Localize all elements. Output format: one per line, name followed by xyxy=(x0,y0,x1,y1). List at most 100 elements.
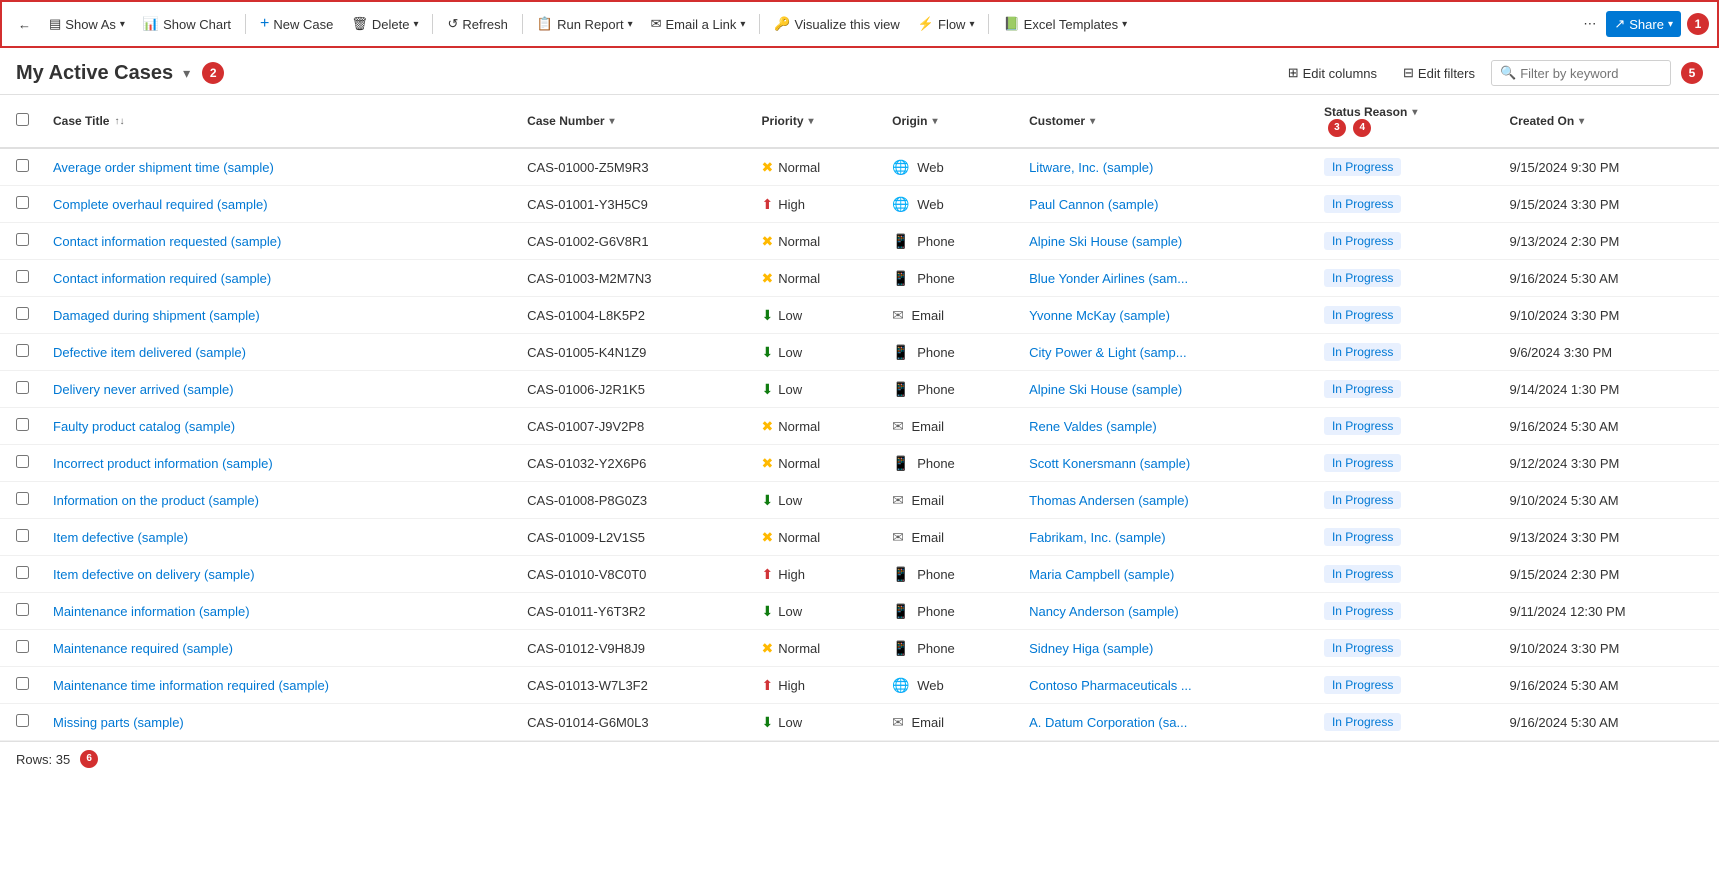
row-priority-cell: ✖ Normal xyxy=(750,260,881,297)
row-checkbox[interactable] xyxy=(16,677,29,690)
case-title-link[interactable]: Item defective (sample) xyxy=(53,530,188,545)
case-title-link[interactable]: Incorrect product information (sample) xyxy=(53,456,273,471)
row-checkbox[interactable] xyxy=(16,307,29,320)
table-row: Contact information requested (sample) C… xyxy=(0,223,1719,260)
keyword-filter[interactable]: 🔍 xyxy=(1491,60,1671,86)
customer-link[interactable]: Scott Konersmann (sample) xyxy=(1029,456,1190,471)
case-title-link[interactable]: Faulty product catalog (sample) xyxy=(53,419,235,434)
customer-link[interactable]: Yvonne McKay (sample) xyxy=(1029,308,1170,323)
email-link-button[interactable]: ✉ Email a Link ▾ xyxy=(643,11,754,37)
case-title-link[interactable]: Damaged during shipment (sample) xyxy=(53,308,260,323)
case-title-link[interactable]: Missing parts (sample) xyxy=(53,715,184,730)
customer-link[interactable]: Litware, Inc. (sample) xyxy=(1029,160,1153,175)
refresh-button[interactable]: ↺ Refresh xyxy=(439,11,515,37)
row-checkbox[interactable] xyxy=(16,529,29,542)
run-report-button[interactable]: 📋 Run Report ▾ xyxy=(529,11,641,37)
table-row: Incorrect product information (sample) C… xyxy=(0,445,1719,482)
customer-link[interactable]: Thomas Andersen (sample) xyxy=(1029,493,1189,508)
row-status-cell: In Progress xyxy=(1312,408,1498,445)
case-title-link[interactable]: Maintenance time information required (s… xyxy=(53,678,329,693)
show-as-button[interactable]: ▤ Show As ▾ xyxy=(41,11,133,37)
customer-link[interactable]: Sidney Higa (sample) xyxy=(1029,641,1153,656)
col-number-label: Case Number xyxy=(527,114,604,128)
keyword-input[interactable] xyxy=(1520,66,1662,81)
row-customer-cell: Rene Valdes (sample) xyxy=(1017,408,1312,445)
case-title-link[interactable]: Delivery never arrived (sample) xyxy=(53,382,234,397)
case-title-link[interactable]: Information on the product (sample) xyxy=(53,493,259,508)
row-checkbox[interactable] xyxy=(16,381,29,394)
row-checkbox-cell xyxy=(0,371,41,408)
origin-label: Web xyxy=(917,678,944,693)
edit-filters-button[interactable]: ⊟ Edit filters xyxy=(1393,60,1485,86)
case-title-link[interactable]: Item defective on delivery (sample) xyxy=(53,567,255,582)
customer-link[interactable]: A. Datum Corporation (sa... xyxy=(1029,715,1187,730)
customer-link[interactable]: Fabrikam, Inc. (sample) xyxy=(1029,530,1166,545)
row-origin-cell: 📱 Phone xyxy=(880,445,1017,482)
excel-button[interactable]: 📗 Excel Templates ▾ xyxy=(995,11,1135,37)
case-title-link[interactable]: Maintenance required (sample) xyxy=(53,641,233,656)
delete-button[interactable]: 🗑 Delete ▾ xyxy=(343,11,426,37)
customer-link[interactable]: Rene Valdes (sample) xyxy=(1029,419,1157,434)
visualize-button[interactable]: 🔑 Visualize this view xyxy=(766,11,907,37)
email-origin-icon: ✉ xyxy=(892,418,904,434)
customer-link[interactable]: Maria Campbell (sample) xyxy=(1029,567,1174,582)
customer-link[interactable]: City Power & Light (samp... xyxy=(1029,345,1187,360)
show-chart-button[interactable]: 📊 Show Chart xyxy=(135,11,239,37)
flow-button[interactable]: ⚡ Flow ▾ xyxy=(910,11,983,37)
case-title-link[interactable]: Average order shipment time (sample) xyxy=(53,160,274,175)
origin-label: Phone xyxy=(917,345,955,360)
table-body: Average order shipment time (sample) CAS… xyxy=(0,148,1719,741)
customer-link[interactable]: Alpine Ski House (sample) xyxy=(1029,234,1182,249)
new-case-button[interactable]: + New Case xyxy=(252,10,341,38)
row-status-cell: In Progress xyxy=(1312,556,1498,593)
row-checkbox[interactable] xyxy=(16,270,29,283)
col-created-label: Created On xyxy=(1509,114,1574,128)
customer-link[interactable]: Nancy Anderson (sample) xyxy=(1029,604,1179,619)
row-checkbox[interactable] xyxy=(16,159,29,172)
status-badge: In Progress xyxy=(1324,565,1401,583)
select-all-checkbox[interactable] xyxy=(16,113,29,126)
origin-cell: ✉ Email xyxy=(892,530,944,545)
case-title-link[interactable]: Defective item delivered (sample) xyxy=(53,345,246,360)
col-status-reason: Status Reason ▾ 3 4 xyxy=(1312,95,1498,148)
row-checkbox[interactable] xyxy=(16,418,29,431)
case-title-link[interactable]: Contact information required (sample) xyxy=(53,271,271,286)
col-priority-label: Priority xyxy=(762,114,804,128)
cases-table-container: Case Title ↑↓ Case Number ▾ Priority ▾ xyxy=(0,94,1719,741)
customer-link[interactable]: Blue Yonder Airlines (sam... xyxy=(1029,271,1188,286)
customer-link[interactable]: Contoso Pharmaceuticals ... xyxy=(1029,678,1192,693)
customer-link[interactable]: Paul Cannon (sample) xyxy=(1029,197,1158,212)
edit-columns-button[interactable]: ⊞ Edit columns xyxy=(1278,60,1387,86)
origin-label: Web xyxy=(917,197,944,212)
priority-low-icon: ⬇ xyxy=(762,603,774,620)
row-checkbox[interactable] xyxy=(16,640,29,653)
back-button[interactable]: ← xyxy=(10,12,39,37)
row-checkbox[interactable] xyxy=(16,455,29,468)
case-title-link[interactable]: Complete overhaul required (sample) xyxy=(53,197,268,212)
status-badge: In Progress xyxy=(1324,639,1401,657)
share-button[interactable]: ↗ Share ▾ xyxy=(1606,11,1681,37)
row-title-cell: Contact information required (sample) xyxy=(41,260,515,297)
row-created-cell: 9/16/2024 5:30 AM xyxy=(1497,260,1719,297)
view-title-caret[interactable]: ▾ xyxy=(183,65,190,82)
row-checkbox[interactable] xyxy=(16,233,29,246)
row-checkbox[interactable] xyxy=(16,714,29,727)
row-number-cell: CAS-01011-Y6T3R2 xyxy=(515,593,749,630)
row-checkbox[interactable] xyxy=(16,196,29,209)
more-button[interactable]: ⋯ xyxy=(1575,11,1604,37)
row-checkbox[interactable] xyxy=(16,492,29,505)
case-title-link[interactable]: Contact information requested (sample) xyxy=(53,234,281,249)
row-checkbox[interactable] xyxy=(16,603,29,616)
row-checkbox[interactable] xyxy=(16,344,29,357)
row-title-cell: Maintenance time information required (s… xyxy=(41,667,515,704)
row-number-cell: CAS-01001-Y3H5C9 xyxy=(515,186,749,223)
origin-label: Phone xyxy=(917,382,955,397)
case-title-link[interactable]: Maintenance information (sample) xyxy=(53,604,250,619)
status-badge: In Progress xyxy=(1324,454,1401,472)
customer-link[interactable]: Alpine Ski House (sample) xyxy=(1029,382,1182,397)
priority-low-icon: ⬇ xyxy=(762,714,774,731)
row-number-cell: CAS-01032-Y2X6P6 xyxy=(515,445,749,482)
row-checkbox[interactable] xyxy=(16,566,29,579)
email-link-label: Email a Link xyxy=(666,17,737,32)
row-created-cell: 9/16/2024 5:30 AM xyxy=(1497,704,1719,741)
